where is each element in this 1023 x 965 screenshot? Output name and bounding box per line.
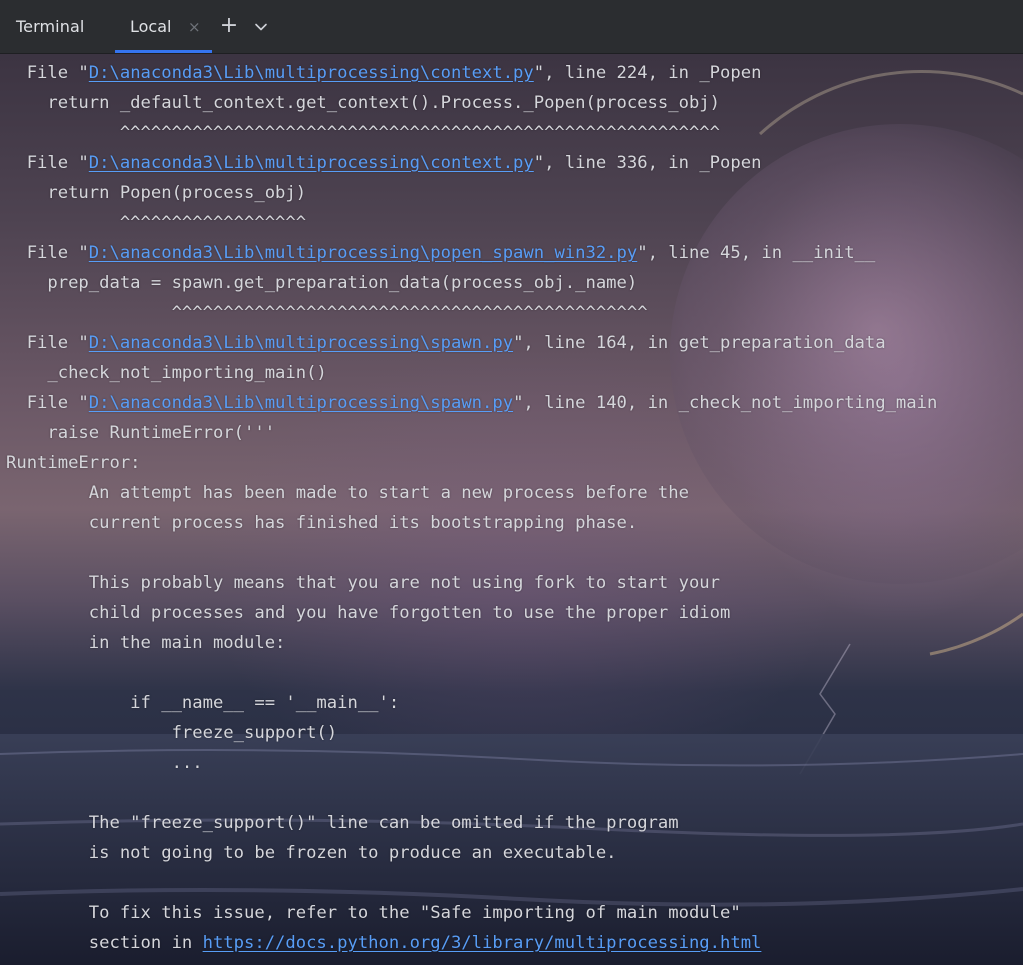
terminal-line: in the main module: <box>6 633 286 653</box>
terminal-line: An attempt has been made to start a new … <box>6 483 689 503</box>
terminal-line: ^^^^^^^^^^^^^^^^^^ <box>6 213 307 233</box>
terminal-line: File "D:\anaconda3\Lib\multiprocessing\s… <box>6 328 937 358</box>
line-text: ", line 164, in get_preparation_data <box>513 333 886 353</box>
terminal-line: freeze_support() <box>6 723 338 743</box>
terminal-line: current process has finished its bootstr… <box>6 513 638 533</box>
tab-label: Local <box>130 17 172 36</box>
terminal-line: section in https://docs.python.org/3/lib… <box>6 928 937 958</box>
terminal-line: File "D:\anaconda3\Lib\multiprocessing\c… <box>6 58 937 88</box>
terminal-line: _check_not_importing_main() <box>6 363 327 383</box>
terminal-line: To fix this issue, refer to the "Safe im… <box>6 903 741 923</box>
file-link[interactable]: D:\anaconda3\Lib\multiprocessing\context… <box>89 153 534 173</box>
terminal-output-area[interactable]: File "D:\anaconda3\Lib\multiprocessing\c… <box>0 54 1023 965</box>
line-text: File " <box>6 393 89 413</box>
line-text: File " <box>6 63 89 83</box>
active-tab-indicator <box>115 50 212 53</box>
terminal-line: child processes and you have forgotten t… <box>6 603 731 623</box>
file-link[interactable]: D:\anaconda3\Lib\multiprocessing\spawn.p… <box>89 393 513 413</box>
terminal-tool-window-header: Terminal Local × + <box>0 0 1023 54</box>
terminal-line: return _default_context.get_context().Pr… <box>6 93 720 113</box>
terminal-line: ... <box>6 753 203 773</box>
terminal-line: if __name__ == '__main__': <box>6 693 400 713</box>
terminal-line: File "D:\anaconda3\Lib\multiprocessing\s… <box>6 388 938 418</box>
terminal-line: File "D:\anaconda3\Lib\multiprocessing\p… <box>6 238 937 268</box>
file-link[interactable]: D:\anaconda3\Lib\multiprocessing\context… <box>89 63 534 83</box>
line-text: File " <box>6 153 89 173</box>
terminal-line: This probably means that you are not usi… <box>6 573 720 593</box>
plus-icon[interactable]: + <box>219 15 239 37</box>
terminal-line: The "freeze_support()" line can be omitt… <box>6 813 679 833</box>
line-text: ", line 224, in _Popen <box>533 63 762 83</box>
terminal-line: is not going to be frozen to produce an … <box>6 843 617 863</box>
line-text: File " <box>6 243 89 263</box>
file-link[interactable]: D:\anaconda3\Lib\multiprocessing\popen_s… <box>89 243 637 263</box>
line-text: ", line 336, in _Popen <box>533 153 762 173</box>
terminal-line: File "D:\anaconda3\Lib\multiprocessing\c… <box>6 148 937 178</box>
terminal-line: ^^^^^^^^^^^^^^^^^^^^^^^^^^^^^^^^^^^^^^^^… <box>6 123 720 143</box>
close-icon[interactable]: × <box>188 19 201 35</box>
line-text: File " <box>6 333 89 353</box>
terminal-line: RuntimeError: <box>6 453 141 473</box>
line-text: ", line 140, in _check_not_importing_mai… <box>513 393 938 413</box>
terminal-line: raise RuntimeError(''' <box>6 423 276 443</box>
line-text: section in <box>6 933 203 953</box>
file-link[interactable]: D:\anaconda3\Lib\multiprocessing\spawn.p… <box>89 333 513 353</box>
file-link[interactable]: https://docs.python.org/3/library/multip… <box>203 933 762 953</box>
tab-local[interactable]: Local × <box>115 0 212 53</box>
terminal-line: prep_data = spawn.get_preparation_data(p… <box>6 273 638 293</box>
terminal-text: File "D:\anaconda3\Lib\multiprocessing\c… <box>6 58 937 958</box>
terminal-line: ^^^^^^^^^^^^^^^^^^^^^^^^^^^^^^^^^^^^^^^^… <box>6 303 648 323</box>
terminal-line: return Popen(process_obj) <box>6 183 307 203</box>
chevron-down-icon[interactable] <box>252 18 270 36</box>
line-text: ", line 45, in __init__ <box>637 243 876 263</box>
tool-window-title: Terminal <box>16 17 85 36</box>
